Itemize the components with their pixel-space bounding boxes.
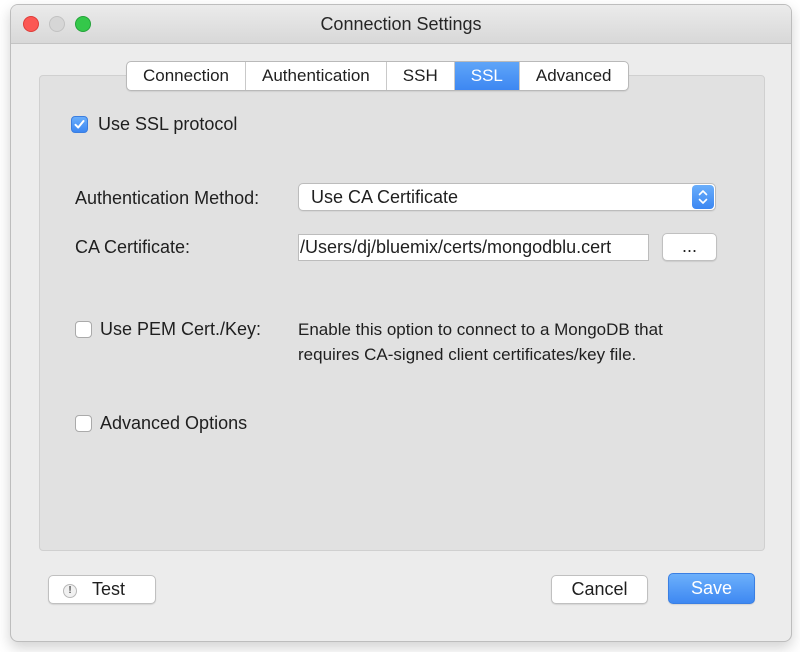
auth-method-label: Authentication Method: <box>75 188 260 208</box>
tab-ssl[interactable]: SSL <box>454 62 520 90</box>
ca-certificate-label: CA Certificate: <box>75 237 191 257</box>
browse-ca-certificate-button[interactable]: ... <box>662 233 717 261</box>
warning-icon: ! <box>63 584 77 598</box>
tab-connection[interactable]: Connection <box>127 62 247 90</box>
cancel-button[interactable]: Cancel <box>551 575 648 604</box>
save-button[interactable]: Save <box>668 573 755 604</box>
tab-advanced[interactable]: Advanced <box>520 62 628 90</box>
auth-method-select[interactable]: Use CA Certificate <box>298 183 716 211</box>
connection-settings-window: Connection Settings Connection Authentic… <box>10 4 792 642</box>
tab-ssh[interactable]: SSH <box>387 62 455 90</box>
use-ssl-checkbox[interactable] <box>71 116 88 133</box>
advanced-options-label[interactable]: Advanced Options <box>100 413 247 434</box>
use-ssl-label[interactable]: Use SSL protocol <box>98 114 237 135</box>
window-title: Connection Settings <box>320 14 482 34</box>
test-button-label: Test <box>92 579 126 599</box>
pem-description-line-2: requires CA-signed client certificates/k… <box>298 345 637 364</box>
tab-authentication[interactable]: Authentication <box>246 62 387 90</box>
ssl-tab-panel <box>39 75 765 551</box>
test-button[interactable]: ! Test <box>48 575 156 604</box>
title-bar[interactable]: Connection Settings <box>11 5 791 44</box>
use-pem-checkbox[interactable] <box>75 321 92 338</box>
auth-method-value: Use CA Certificate <box>311 187 459 207</box>
select-stepper-icon <box>692 185 714 209</box>
use-pem-label[interactable]: Use PEM Cert./Key: <box>100 319 261 340</box>
tab-bar: Connection Authentication SSH SSL Advanc… <box>126 61 629 91</box>
advanced-options-checkbox[interactable] <box>75 415 92 432</box>
pem-description-line-1: Enable this option to connect to a Mongo… <box>298 320 663 339</box>
checkmark-icon <box>74 120 85 129</box>
ca-certificate-field[interactable]: /Users/dj/bluemix/certs/mongodblu.cert <box>298 234 649 261</box>
